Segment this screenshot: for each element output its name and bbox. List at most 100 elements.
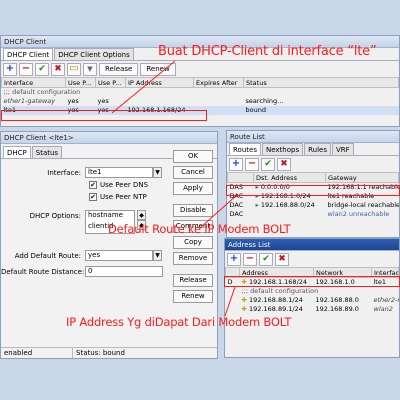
remove-button[interactable]: Remove <box>173 252 213 265</box>
use-peer-dns-label: Use Peer DNS <box>100 181 149 189</box>
remove-icon[interactable]: − <box>19 62 33 76</box>
tab-rules[interactable]: Rules <box>304 143 331 155</box>
table-row[interactable]: ✚ 192.168.88.1/24 192.168.88.0 ether2-m <box>226 296 399 305</box>
interface-label: Interface: <box>47 168 81 177</box>
filter-icon[interactable]: ▼ <box>83 62 97 76</box>
cell <box>226 305 240 314</box>
highlight-address-row <box>224 276 400 287</box>
dhcp-client-toolbar: + − ✔ ✖ ▭ ▼ Release Renew <box>1 61 399 77</box>
column-header[interactable]: Use P... <box>95 77 126 88</box>
cell <box>126 97 194 106</box>
remove-icon[interactable]: − <box>245 157 259 171</box>
cell: 192.168.89.0 <box>315 305 359 313</box>
cell: 192.168.88.0 <box>315 296 359 304</box>
disable-icon[interactable]: ✖ <box>277 157 291 171</box>
dhcp-options-label: DHCP Options: <box>29 212 81 220</box>
column-header[interactable]: Interface <box>1 77 66 88</box>
cell: yes <box>97 97 109 105</box>
address-table: Address Network Interface D ✚ 192.168.1.… <box>225 267 399 314</box>
annotation-top: Buat DHCP-Client di interface “lte” <box>158 44 377 59</box>
dhcp-client-table: Interface Use P... Use P... IP Address E… <box>1 77 399 115</box>
cell: bound <box>243 105 399 115</box>
default-route-distance-input[interactable]: 0 <box>85 266 163 277</box>
address-list-window: Address List + − ✔ ✖ Address Network Int… <box>224 238 400 358</box>
status-bound: Status: bound <box>76 349 125 357</box>
table-row[interactable]: ✚ 192.168.89.1/24 192.168.89.0 wlan2 <box>226 305 399 314</box>
disable-icon[interactable]: ✖ <box>275 252 289 266</box>
tab-nexthops[interactable]: Nexthops <box>261 143 304 155</box>
disable-button[interactable]: Disable <box>173 204 213 217</box>
renew-button[interactable]: Renew <box>140 62 176 76</box>
cell: searching... <box>245 97 284 105</box>
chevron-down-icon[interactable]: ▼ <box>153 167 162 178</box>
add-icon[interactable]: + <box>229 157 243 171</box>
route-list-title: Route List <box>227 131 399 143</box>
release-button[interactable]: Release <box>173 274 213 287</box>
tab-status[interactable]: Status <box>31 146 63 158</box>
use-peer-ntp-checkbox[interactable]: ✔ <box>89 193 97 201</box>
tab-dhcp-client-options[interactable]: DHCP Client Options <box>54 48 134 60</box>
cell: ✚ 192.168.88.1/24 <box>241 296 303 304</box>
highlight-default-route <box>226 185 400 196</box>
tab-dhcp-client[interactable]: DHCP Client <box>3 48 54 60</box>
column-header[interactable] <box>227 172 254 183</box>
chevron-down-icon[interactable]: ▼ <box>153 250 162 261</box>
chevron-down-icon[interactable]: ◆ <box>137 210 146 220</box>
table-row[interactable]: ether1-gateway yes yes searching... <box>2 97 399 106</box>
default-route-distance-label: Default Route Distance: <box>1 267 85 276</box>
cell <box>194 97 244 106</box>
ok-button[interactable]: OK <box>173 150 213 163</box>
annotation-bottom: IP Address Yg diDapat Dari Modem BOLT <box>66 315 292 329</box>
route-list-toolbar: + − ✔ ✖ <box>227 156 399 172</box>
column-header[interactable]: Use P... <box>65 77 96 88</box>
option-hostname[interactable]: hostname <box>86 211 134 222</box>
column-header[interactable]: Dst. Address <box>253 172 326 183</box>
add-icon[interactable]: + <box>227 252 241 266</box>
cell <box>254 210 326 219</box>
add-default-route-label: Add Default Route: <box>14 251 81 260</box>
cell: ether2-m <box>373 296 399 304</box>
highlight-lte1-row <box>1 110 207 121</box>
cell: ▸ 192.168.88.0/24 <box>255 201 315 209</box>
dialog-statusbar: enabled Status: bound <box>1 347 217 358</box>
cell: ✚ 192.168.89.1/24 <box>241 305 303 313</box>
renew-button[interactable]: Renew <box>173 290 213 303</box>
use-peer-dns-checkbox[interactable]: ✔ <box>89 181 97 189</box>
cell: DAC <box>229 210 244 218</box>
table-row[interactable]: DAC wlan2 unreachable <box>228 210 399 219</box>
enable-icon[interactable]: ✔ <box>259 252 273 266</box>
interface-select[interactable]: lte1 <box>85 167 153 178</box>
column-header[interactable]: Gateway <box>325 172 399 183</box>
add-icon[interactable]: + <box>3 62 17 76</box>
cell: wlan2 <box>373 305 393 313</box>
tab-routes[interactable]: Routes <box>229 143 261 155</box>
cell: DAC <box>229 201 244 209</box>
address-icon: ✚ <box>241 296 250 304</box>
tab-vrf[interactable]: VRF <box>331 143 354 155</box>
enable-icon[interactable]: ✔ <box>35 62 49 76</box>
route-list-tabs: Routes Nexthops Rules VRF <box>227 143 399 156</box>
comment-row: ;;; default configuration <box>3 88 81 97</box>
cell <box>226 296 240 305</box>
enable-icon[interactable]: ✔ <box>261 157 275 171</box>
comment-icon[interactable]: ▭ <box>67 62 81 76</box>
disable-icon[interactable]: ✖ <box>51 62 65 76</box>
dialog-title: DHCP Client <lte1> <box>1 132 217 144</box>
column-header[interactable]: Status <box>243 77 399 88</box>
cancel-button[interactable]: Cancel <box>173 166 213 179</box>
cell: ether1-gateway <box>3 97 56 105</box>
column-header[interactable]: IP Address <box>125 77 194 88</box>
apply-button[interactable]: Apply <box>173 182 213 195</box>
tab-dhcp[interactable]: DHCP <box>3 146 31 158</box>
cell: wlan2 unreachable <box>327 210 390 218</box>
release-button[interactable]: Release <box>99 62 139 76</box>
add-default-route-select[interactable]: yes <box>85 250 153 261</box>
use-peer-ntp-label: Use Peer NTP <box>100 193 147 201</box>
remove-icon[interactable]: − <box>243 252 257 266</box>
cell: yes <box>67 97 79 105</box>
copy-button[interactable]: Copy <box>173 236 213 249</box>
comment-row: ;;; default configuration <box>241 287 319 295</box>
table-row[interactable]: DAC ▸ 192.168.88.0/24 bridge-local reach… <box>228 201 399 210</box>
annotation-middle: Default Route ke IP Modem BOLT <box>108 222 291 236</box>
column-header[interactable]: Expires After <box>193 77 244 88</box>
